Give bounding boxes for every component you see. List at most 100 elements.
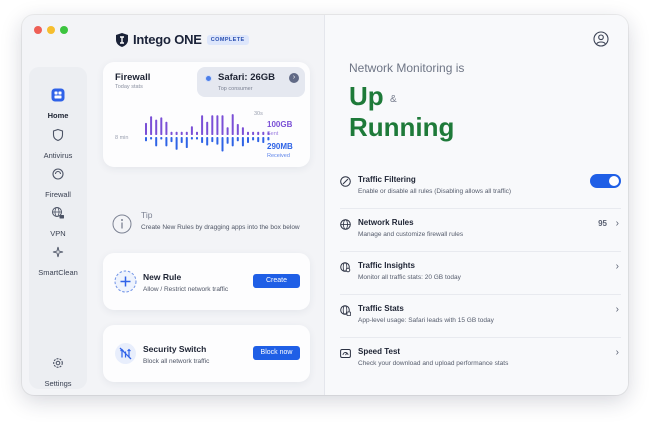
- sent-bar: [155, 119, 158, 135]
- sent-bar: [165, 121, 168, 135]
- sent-bar: [196, 131, 198, 135]
- intego-logo-icon: [116, 32, 128, 47]
- received-bar: [231, 137, 234, 147]
- sent-label: Sent: [267, 131, 279, 137]
- sent-bar: [201, 115, 204, 135]
- sent-bar: [257, 131, 260, 135]
- new-rule-title: New Rule: [143, 272, 182, 282]
- tip-title: Tip: [141, 210, 153, 220]
- shield-icon: [52, 128, 64, 142]
- received-bar: [180, 137, 183, 143]
- sent-bar: [150, 116, 153, 135]
- network-status-panel: Network Monitoring is Up & Running Traff…: [324, 15, 628, 395]
- sent-bar: [145, 122, 147, 135]
- sent-bar: [160, 117, 163, 135]
- close-window-button[interactable]: [34, 26, 42, 34]
- received-bar: [211, 137, 214, 143]
- divider: [340, 337, 621, 338]
- block-now-button[interactable]: Block now: [253, 346, 300, 360]
- gear-icon: [53, 358, 63, 368]
- new-rule-card[interactable]: New Rule Allow / Restrict network traffi…: [103, 253, 310, 310]
- app-name: Intego ONE: [133, 32, 202, 47]
- sent-bar: [190, 126, 193, 135]
- sent-value: 100GB: [267, 120, 293, 129]
- sidebar-item-smartclean[interactable]: SmartClean: [29, 245, 87, 280]
- globe-lock-icon: [52, 207, 64, 219]
- globe-chart-icon: [340, 305, 351, 316]
- sent-bar: [226, 127, 229, 135]
- feature-title: Traffic Stats: [358, 304, 404, 313]
- sent-bar: [175, 131, 178, 135]
- received-label: Received: [267, 153, 290, 159]
- new-rule-text: Allow / Restrict network traffic: [143, 286, 229, 293]
- rule-count: 95: [598, 219, 607, 228]
- chevron-right-icon: ›: [615, 218, 619, 229]
- security-switch-card[interactable]: Security Switch Block all network traffi…: [103, 325, 310, 382]
- chevron-right-icon: ›: [615, 347, 619, 358]
- sidebar-item-label: Home: [47, 111, 69, 120]
- sidebar-item-settings[interactable]: Settings: [29, 356, 87, 391]
- divider: [340, 251, 621, 252]
- sent-bar: [247, 131, 249, 135]
- security-switch-title: Security Switch: [143, 344, 207, 354]
- firewall-stats-card[interactable]: Firewall Today stats Safari: 26GB Top co…: [103, 62, 310, 167]
- status-ampersand: &: [390, 94, 397, 105]
- received-bar: [170, 137, 173, 143]
- firewall-card-title: Firewall: [115, 72, 151, 83]
- divider: [340, 294, 621, 295]
- sidebar-item-firewall[interactable]: Firewall: [29, 167, 87, 202]
- received-bar: [236, 137, 239, 142]
- add-rule-icon: [114, 270, 137, 293]
- sent-bar: [236, 124, 239, 135]
- speedometer-icon: [340, 349, 351, 358]
- sidebar-item-label: Firewall: [45, 190, 71, 199]
- sidebar-item-label: Antivirus: [43, 151, 73, 160]
- zoom-window-button[interactable]: [60, 26, 68, 34]
- edition-badge: COMPLETE: [206, 34, 249, 45]
- user-profile-icon[interactable]: [593, 31, 609, 47]
- sent-bar: [206, 121, 209, 135]
- sidebar-item-antivirus[interactable]: Antivirus: [29, 128, 87, 163]
- globe-icon: [340, 219, 351, 230]
- no-entry-icon: [340, 176, 351, 187]
- top-consumer-pill[interactable]: Safari: 26GB Top consumer ›: [197, 67, 305, 97]
- received-bar: [226, 137, 229, 144]
- sidebar-item-vpn[interactable]: VPN: [29, 206, 87, 241]
- feature-title: Traffic Filtering: [358, 175, 416, 184]
- received-bar: [175, 137, 178, 150]
- received-bar: [150, 137, 153, 140]
- received-bar: [160, 137, 163, 140]
- received-bar: [185, 137, 188, 149]
- feature-row-speed-test[interactable]: Speed Test Check your download and uploa…: [340, 347, 621, 385]
- chevron-right-icon[interactable]: ›: [289, 73, 299, 83]
- sidebar-item-label: SmartClean: [38, 268, 78, 277]
- info-icon: [112, 214, 132, 234]
- received-bar: [201, 137, 204, 143]
- minimize-window-button[interactable]: [47, 26, 55, 34]
- received-bar: [252, 137, 255, 141]
- network-off-icon: [115, 343, 136, 364]
- home-icon: [51, 88, 65, 102]
- top-consumer-label: Top consumer: [218, 86, 253, 92]
- status-running: Running: [349, 112, 455, 142]
- brand: Intego ONE COMPLETE: [116, 32, 249, 47]
- traffic-filtering-toggle[interactable]: [590, 174, 621, 188]
- sent-bar: [241, 127, 244, 135]
- feature-desc: Enable or disable all rules (Disabling a…: [358, 188, 512, 195]
- sent-bar: [180, 131, 183, 135]
- feature-title: Traffic Insights: [358, 261, 415, 270]
- received-bar: [247, 137, 249, 143]
- feature-desc: Check your download and upload performan…: [358, 360, 509, 367]
- firewall-icon: [52, 168, 64, 180]
- sidebar-item-label: VPN: [50, 229, 66, 238]
- tip-text: Create New Rules by dragging apps into t…: [141, 224, 300, 231]
- received-bar: [155, 137, 158, 147]
- sidebar-item-home[interactable]: Home: [29, 88, 87, 123]
- sidebar: Home Antivirus Firewall VPN SmartClean S…: [29, 67, 87, 389]
- security-switch-text: Block all network traffic: [143, 358, 210, 365]
- received-bar: [196, 137, 198, 140]
- globe-search-icon: [340, 262, 351, 273]
- status-heading: Network Monitoring is: [349, 61, 465, 75]
- create-rule-button[interactable]: Create: [253, 274, 300, 288]
- received-bar: [206, 137, 209, 146]
